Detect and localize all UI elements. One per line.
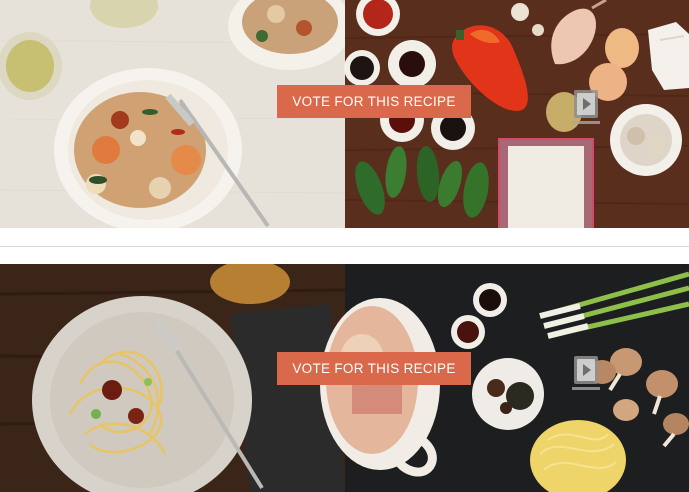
divider <box>0 246 689 247</box>
recipe-card-2[interactable]: VOTE FOR THIS RECIPE <box>0 264 689 492</box>
recipe-card-1[interactable]: VOTE FOR THIS RECIPE <box>0 0 689 228</box>
vote-button[interactable]: VOTE FOR THIS RECIPE <box>277 352 471 385</box>
video-icon[interactable] <box>571 88 601 128</box>
video-icon[interactable] <box>571 354 601 394</box>
vote-button[interactable]: VOTE FOR THIS RECIPE <box>277 85 471 118</box>
